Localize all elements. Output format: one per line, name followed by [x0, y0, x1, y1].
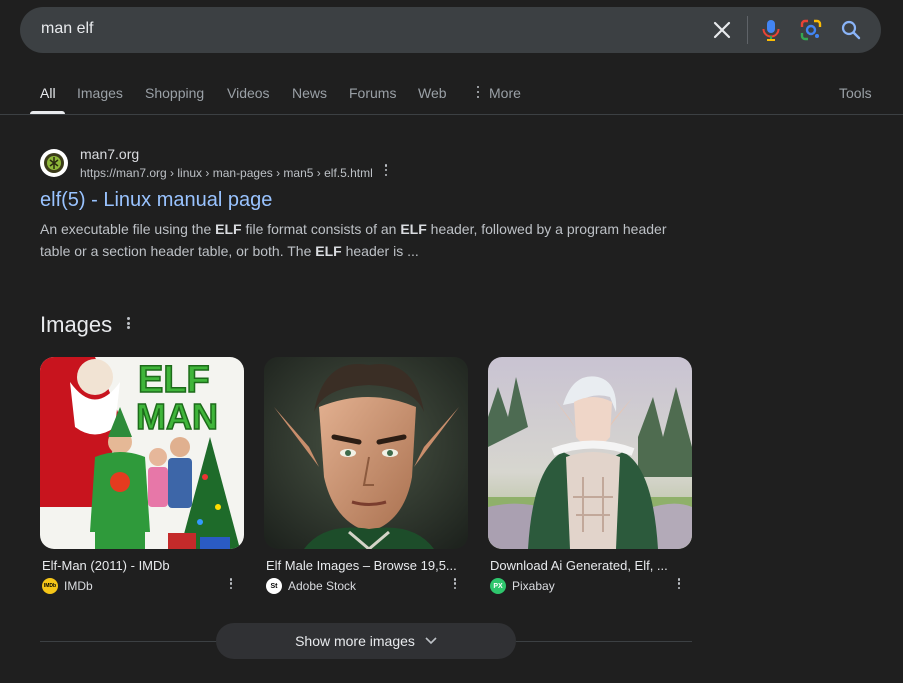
close-icon[interactable] — [710, 18, 734, 42]
image-thumbnail-elf-forest[interactable] — [488, 357, 692, 549]
show-more-images-button[interactable]: Show more images — [216, 623, 516, 659]
tab-forums[interactable]: Forums — [349, 85, 396, 101]
more-vert-icon[interactable] — [476, 86, 480, 98]
imdb-logo-icon: IMDb — [42, 578, 58, 594]
image-thumbnail-elf-man-poster[interactable]: ELF MAN — [40, 357, 244, 549]
more-vert-icon[interactable] — [453, 578, 457, 589]
svg-text:ELF: ELF — [138, 359, 210, 401]
search-divider — [747, 16, 748, 44]
svg-text:MAN: MAN — [136, 396, 218, 437]
search-tabs: All Images Shopping Videos News Forums W… — [0, 76, 903, 115]
image-card[interactable]: Elf Male Images – Browse 19,5... St Adob… — [264, 357, 468, 594]
image-caption[interactable]: Elf Male Images – Browse 19,5... — [264, 558, 464, 573]
tab-shopping[interactable]: Shopping — [145, 85, 204, 101]
site-favicon[interactable] — [40, 149, 68, 177]
chevron-down-icon — [425, 637, 437, 645]
tab-news[interactable]: News — [292, 85, 327, 101]
image-caption[interactable]: Download Ai Generated, Elf, ... — [488, 558, 688, 573]
tab-all[interactable]: All — [40, 85, 56, 101]
more-vert-icon[interactable] — [126, 317, 130, 329]
image-source[interactable]: Adobe Stock — [288, 579, 356, 593]
result-url[interactable]: https://man7.org › linux › man-pages › m… — [80, 166, 373, 180]
tools-button[interactable]: Tools — [839, 85, 872, 101]
pixabay-logo-icon: PX — [490, 578, 506, 594]
tab-images[interactable]: Images — [77, 85, 123, 101]
adobe-stock-logo-icon: St — [266, 578, 282, 594]
tab-more[interactable]: More — [489, 85, 521, 101]
search-input[interactable] — [41, 20, 641, 38]
image-card[interactable]: Download Ai Generated, Elf, ... PX Pixab… — [488, 357, 692, 594]
tab-web[interactable]: Web — [418, 85, 447, 101]
active-tab-indicator — [30, 111, 65, 114]
show-more-label: Show more images — [295, 633, 415, 649]
image-card[interactable]: ELF MAN Elf-Man (2011) - IMDb IMDb IMDb — [40, 357, 244, 594]
microphone-icon[interactable] — [759, 18, 783, 42]
image-thumbnail-elf-male-portrait[interactable] — [264, 357, 468, 549]
result-snippet: An executable file using the ELF file fo… — [40, 221, 667, 259]
image-caption[interactable]: Elf-Man (2011) - IMDb — [40, 558, 240, 573]
more-vert-icon[interactable] — [677, 578, 681, 589]
result-title-link[interactable]: elf(5) - Linux manual page — [40, 189, 272, 212]
search-bar[interactable] — [20, 7, 881, 53]
more-vert-icon[interactable] — [384, 164, 388, 176]
tab-videos[interactable]: Videos — [227, 85, 270, 101]
more-vert-icon[interactable] — [229, 578, 233, 589]
image-source[interactable]: IMDb — [64, 579, 93, 593]
search-icon[interactable] — [839, 18, 863, 42]
images-heading: Images — [40, 312, 113, 337]
lens-icon[interactable] — [799, 18, 823, 42]
image-source[interactable]: Pixabay — [512, 579, 555, 593]
result-site-name[interactable]: man7.org — [80, 146, 139, 162]
